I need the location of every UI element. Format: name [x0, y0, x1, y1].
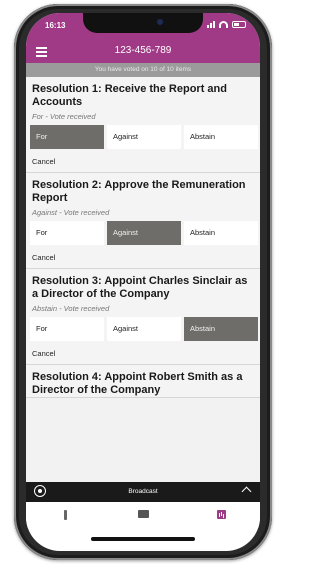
cancel-vote-button[interactable]: Cancel — [26, 149, 260, 172]
signal-icon — [207, 20, 215, 28]
phone-screen: 16:13 123-456-789 You have voted on 10 o… — [26, 13, 260, 551]
status-time: 16:13 — [45, 21, 66, 30]
vote-abstain-button[interactable]: Abstain — [184, 221, 258, 245]
camera-icon — [157, 19, 163, 25]
vote-options: For Against Abstain — [26, 317, 260, 341]
resolution-list[interactable]: Resolution 1: Receive the Report and Acc… — [26, 77, 260, 486]
vote-abstain-button[interactable]: Abstain — [184, 317, 258, 341]
vote-options: For Against Abstain — [26, 221, 260, 245]
resolution-card: Resolution 1: Receive the Report and Acc… — [26, 77, 260, 173]
resolution-title: Resolution 2: Approve the Remuneration R… — [32, 179, 246, 204]
chart-icon — [217, 510, 226, 519]
vote-against-button[interactable]: Against — [107, 317, 181, 341]
tab-bar — [26, 502, 260, 528]
battery-icon — [232, 20, 246, 28]
vote-status: Abstain - Vote received — [32, 304, 110, 313]
notch — [83, 13, 203, 33]
meeting-id-title: 123-456-789 — [114, 45, 172, 56]
resolution-card: Resolution 2: Approve the Remuneration R… — [26, 173, 260, 269]
vote-against-button[interactable]: Against — [107, 221, 181, 245]
tab-info[interactable] — [26, 502, 104, 528]
broadcast-label: Broadcast — [128, 488, 158, 495]
status-icons — [207, 20, 246, 28]
resolution-title: Resolution 3: Appoint Charles Sinclair a… — [32, 275, 248, 300]
vote-progress-banner: You have voted on 10 of 10 items — [26, 63, 260, 77]
vote-abstain-button[interactable]: Abstain — [184, 125, 258, 149]
app-bar: 123-456-789 — [26, 41, 260, 63]
vote-options: For Against Abstain — [26, 125, 260, 149]
tab-votes[interactable] — [182, 502, 260, 528]
vote-against-button[interactable]: Against — [107, 125, 181, 149]
vote-for-button[interactable]: For — [30, 125, 104, 149]
resolution-title: Resolution 4: Appoint Robert Smith as a … — [32, 371, 243, 396]
tab-chat[interactable] — [104, 502, 182, 528]
vote-for-button[interactable]: For — [30, 317, 104, 341]
cancel-vote-button[interactable]: Cancel — [26, 341, 260, 364]
vote-status: For - Vote received — [32, 112, 96, 121]
vote-status: Against - Vote received — [32, 208, 110, 217]
resolution-card: Resolution 3: Appoint Charles Sinclair a… — [26, 269, 260, 365]
home-indicator — [91, 537, 195, 541]
chat-icon — [138, 510, 149, 518]
resolution-title: Resolution 1: Receive the Report and Acc… — [32, 83, 227, 108]
broadcast-bar[interactable]: Broadcast — [26, 482, 260, 502]
cancel-vote-button[interactable]: Cancel — [26, 245, 260, 268]
info-icon — [63, 510, 67, 520]
resolution-card: Resolution 4: Appoint Robert Smith as a … — [26, 365, 260, 398]
vote-for-button[interactable]: For — [30, 221, 104, 245]
wifi-icon — [219, 20, 228, 28]
